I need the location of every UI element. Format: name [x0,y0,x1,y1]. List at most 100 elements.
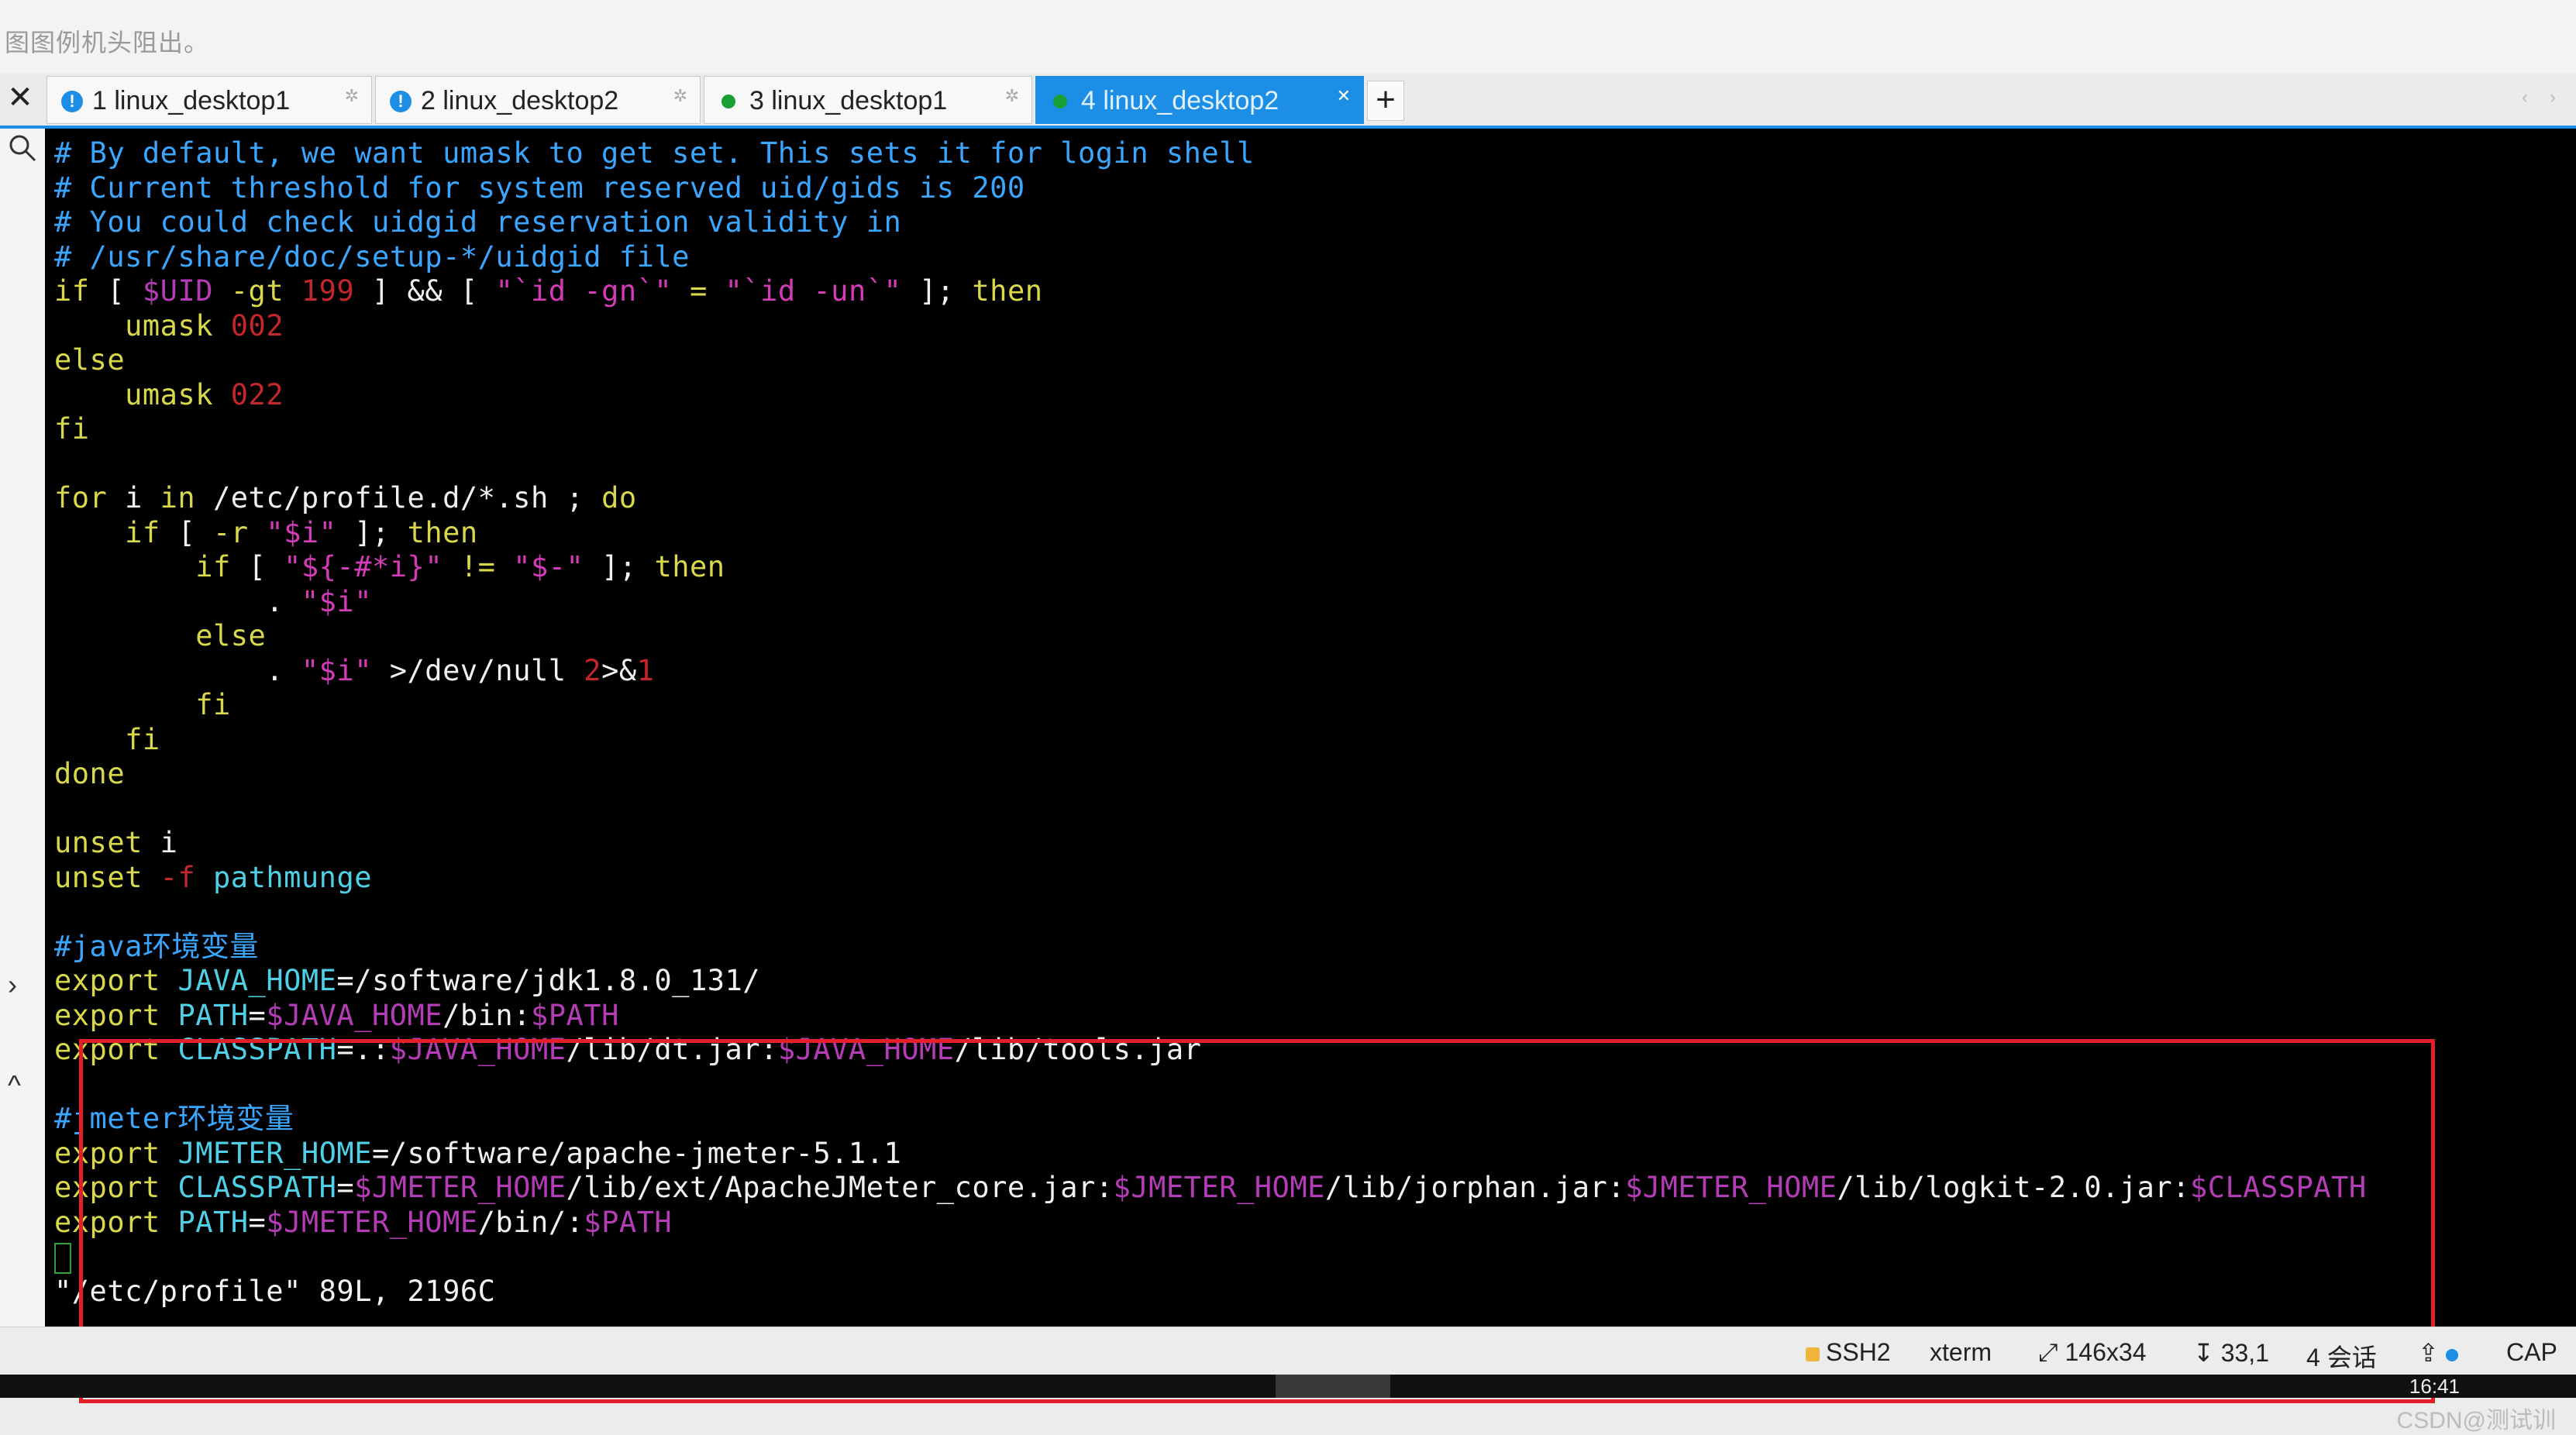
terminal-token: $JAVA_HOME [266,998,443,1032]
terminal-token: #java环境变量 [54,929,259,963]
terminal-token: done [54,757,126,790]
window-title: 图图例机头阻出。 [5,29,210,57]
protocol-indicator: SSH2 [1806,1338,1891,1367]
terminal-token: /etc/profile.d/*.sh ; [195,481,602,514]
tab-linux-desktop1-1[interactable]: ! 1 linux_desktop1 ✲ [46,76,372,124]
left-rail: › ^ [0,129,45,1327]
terminal-token: "$i" [266,515,337,549]
terminal-line: . "$i" >/dev/null 2>&1 [54,654,2367,689]
taskbar-app-button[interactable] [1276,1375,1390,1398]
terminal-token: umask [125,308,213,342]
terminal-token: PATH [177,998,249,1032]
terminal-line: fi [54,412,2367,447]
tab-label: 3 linux_desktop1 [749,86,948,115]
taskbar-clock: 16:41 [2409,1375,2460,1398]
terminal-line: umask 002 [54,309,2367,344]
terminal-token: export [54,964,160,997]
chevron-right-icon[interactable]: › [8,969,17,1001]
tab-linux-desktop1-3[interactable]: 3 linux_desktop1 ✲ [704,76,1032,124]
pin-icon[interactable]: ✲ [345,86,359,106]
terminal-line: if [ $UID -gt 199 ] && [ "`id -gn`" = "`… [54,274,2367,309]
terminal-token: -f [160,860,196,894]
terminal-token: -gt [213,274,301,308]
terminal-token: then [972,274,1043,308]
tab-linux-desktop2-4[interactable]: 4 linux_desktop2 ✕ [1035,76,1364,124]
terminal-token: . [54,584,301,618]
terminal-line: for i in /etc/profile.d/*.sh ; do [54,481,2367,516]
notification-icons: ⇪ [2418,1338,2458,1368]
terminal-line: else [54,619,2367,654]
position-label: 33,1 [2220,1339,2269,1367]
tab-bar: ✕ ! 1 linux_desktop1 ✲ ! 2 linux_desktop… [0,73,2576,129]
terminal-token: i [142,826,178,859]
terminal-token: [ [89,274,143,308]
terminal-token: # By default, we want umask to get set. … [54,136,1255,170]
tab-next-icon[interactable]: › [2550,87,2556,108]
close-tab-icon[interactable]: ✕ [0,73,40,126]
terminal-token: ]; [336,515,408,549]
cursor-icon: ↧ [2193,1339,2221,1367]
terminal-token: fi [125,722,160,756]
caps-lock-indicator: CAP [2506,1338,2557,1366]
terminal-line: fi [54,723,2367,758]
terminal-token: "$i" [301,653,372,687]
protocol-label: SSH2 [1826,1338,1891,1366]
terminal-line: done [54,757,2367,792]
chevron-up-icon[interactable]: ^ [8,1069,21,1102]
terminal-token: ]; [901,274,973,308]
terminal-token: # Current threshold for system reserved … [54,170,1025,205]
terminal-token: then [407,515,478,549]
close-icon[interactable]: ✕ [1337,86,1351,106]
terminal-token: fi [195,688,231,721]
title-bar: 图图例机头阻出。 [0,0,2576,73]
terminal-line: export JAVA_HOME=/software/jdk1.8.0_131/ [54,964,2367,999]
terminal-line: . "$i" [54,585,2367,620]
text-cursor [54,1242,71,1274]
terminal-line: # Current threshold for system reserved … [54,171,2367,206]
terminal-line: fi [54,688,2367,723]
tab-label: 4 linux_desktop2 [1081,86,1279,115]
search-icon[interactable] [8,133,37,170]
pin-icon[interactable]: ✲ [673,86,687,106]
size-icon: ⤢ [2038,1338,2065,1366]
terminal-token: 1 [636,653,655,687]
terminal-token: [ [160,515,213,549]
terminal-token: "$i" [301,584,372,618]
cursor-position: ↧ 33,1 [2193,1338,2269,1368]
pin-icon[interactable]: ✲ [1005,86,1019,106]
terminal-token: "$-" [513,550,584,583]
terminal-token: "${-#*i}" [284,550,443,583]
tab-prev-icon[interactable]: ‹ [2522,87,2528,108]
add-tab-button[interactable]: + [1367,81,1404,121]
terminal-token: $PATH [530,998,619,1032]
terminal-token: != [460,550,496,583]
size-label: 146x34 [2065,1338,2147,1366]
terminal-line: #java环境变量 [54,930,2367,965]
terminal-line: export PATH=$JAVA_HOME/bin:$PATH [54,999,2367,1034]
terminal-token: 002 [230,308,284,342]
terminal-token: JAVA_HOME [177,964,337,997]
terminal-screen[interactable]: # By default, we want umask to get set. … [45,129,2576,1433]
terminal-token: unset [54,860,143,894]
terminal-line: if [ -r "$i" ]; then [54,516,2367,551]
terminal-token: in [160,481,196,514]
upload-icon[interactable]: ⇪ [2418,1339,2439,1367]
terminal-type: xterm [1930,1338,1992,1366]
tab-linux-desktop2-2[interactable]: ! 2 linux_desktop2 ✲ [375,76,701,124]
terminal-token: unset [54,826,143,859]
terminal-token: # You could check uidgid reservation val… [54,205,902,239]
terminal-token: [ [230,550,284,583]
connected-dot-icon [721,95,735,108]
